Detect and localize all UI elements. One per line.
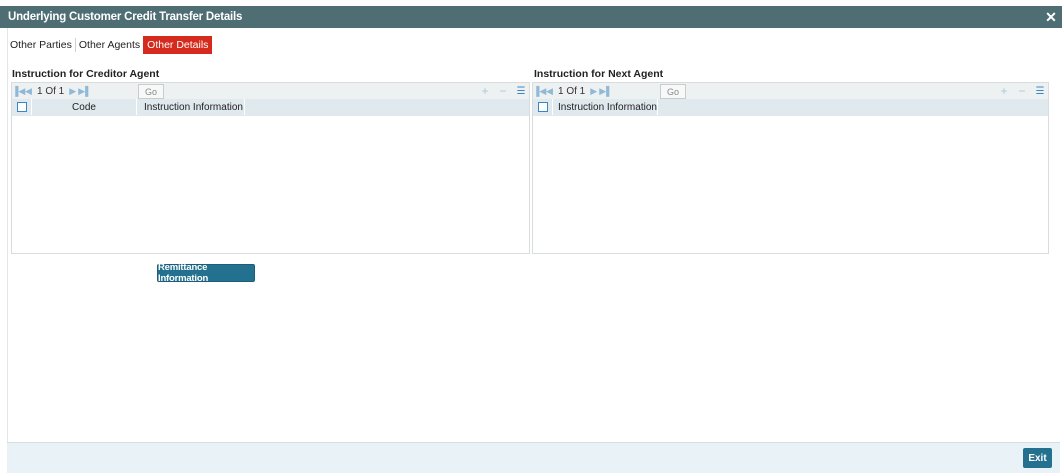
next-page-icon[interactable]: ▶ [67,86,78,97]
next-page-icon[interactable]: ▶ [588,86,599,97]
grid-header: Instruction Information [533,99,1048,116]
column-header-code[interactable]: Code [32,99,137,115]
grid-toolbar: ▐◀ ◀ 1 Of 1 ▶ ▶▌ Go + − ☰ [533,83,1048,99]
select-all-cell [533,99,553,115]
go-button[interactable]: Go [660,84,686,99]
pagination-text: 1 Of 1 [558,85,586,97]
creditor-agent-section-title: Instruction for Creditor Agent [12,68,160,80]
next-agent-section-title: Instruction for Next Agent [534,68,664,80]
window-titlebar: Underlying Customer Credit Transfer Deta… [0,6,1062,28]
add-row-icon[interactable]: + [999,84,1009,98]
add-row-icon[interactable]: + [480,84,490,98]
close-icon[interactable]: ✕ [1043,8,1059,26]
first-page-icon[interactable]: ▐◀ [533,86,546,97]
last-page-icon[interactable]: ▶▌ [599,86,612,97]
column-settings-icon[interactable]: ☰ [1035,86,1045,97]
remittance-information-button[interactable]: Remittance Information [157,262,255,284]
column-header-instruction-information[interactable]: Instruction Information [553,99,658,115]
footer-bar: Exit [7,442,1060,473]
tab-other-parties[interactable]: Other Parties [7,37,75,53]
previous-page-icon[interactable]: ◀ [544,86,555,97]
grid-header: Code Instruction Information [12,99,529,116]
previous-page-icon[interactable]: ◀ [23,86,34,97]
go-button[interactable]: Go [138,84,164,99]
select-all-checkbox[interactable] [16,102,27,112]
column-header-instruction-information[interactable]: Instruction Information [137,99,245,115]
tab-bar: Other Parties Other Agents Other Details [7,36,213,54]
next-agent-grid: ▐◀ ◀ 1 Of 1 ▶ ▶▌ Go + − ☰ Instruction In… [532,82,1049,254]
grid-actions: + − ☰ [480,83,526,99]
window-title: Underlying Customer Credit Transfer Deta… [8,11,243,23]
grid-toolbar: ▐◀ ◀ 1 Of 1 ▶ ▶▌ Go + − ☰ [12,83,529,99]
tab-other-details[interactable]: Other Details [143,36,213,54]
delete-row-icon[interactable]: − [498,84,508,98]
first-page-icon[interactable]: ▐◀ [12,86,25,97]
select-all-checkbox[interactable] [537,102,548,112]
tab-other-agents[interactable]: Other Agents [76,37,143,53]
creditor-agent-grid: ▐◀ ◀ 1 Of 1 ▶ ▶▌ Go + − ☰ Code Instructi… [11,82,530,254]
grid-actions: + − ☰ [999,83,1045,99]
pagination-text: 1 Of 1 [37,85,65,97]
exit-button[interactable]: Exit [1023,448,1052,468]
content-border [7,28,8,442]
column-settings-icon[interactable]: ☰ [516,86,526,97]
delete-row-icon[interactable]: − [1017,84,1027,98]
select-all-cell [12,99,32,115]
last-page-icon[interactable]: ▶▌ [78,86,91,97]
